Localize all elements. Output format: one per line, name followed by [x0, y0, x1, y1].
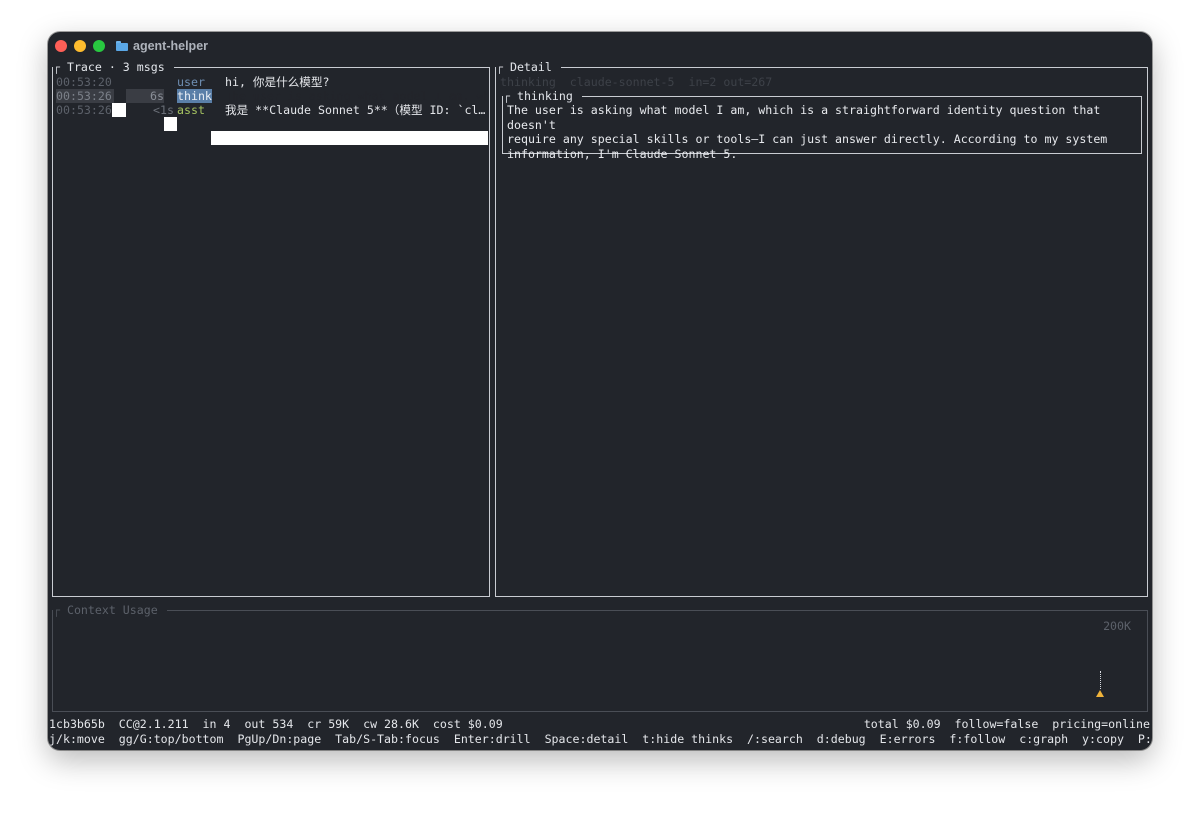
thinking-title: ┌ thinking	[503, 89, 582, 104]
keybindings-help: j/k:move gg/G:top/bottom PgUp/Dn:page Ta…	[49, 732, 1151, 746]
context-title-text: Context Usage	[66, 603, 158, 617]
context-max-label: 200K	[1103, 619, 1131, 633]
minimize-window-button[interactable]	[74, 40, 86, 52]
selection-highlight	[164, 117, 177, 131]
window-title-text: agent-helper	[133, 39, 209, 53]
trace-row-text: The user is asking what model I am, wh…	[225, 89, 487, 103]
detail-meta: thinking claude-sonnet-5 in=2 out=267	[500, 75, 773, 89]
status-session-info: 1cb3b65b CC@2.1.211 in 4 out 534 cr 59K …	[49, 717, 503, 731]
trace-row[interactable]: 00:53:26 <1s asst 我是 **Claude Sonnet 5**…	[56, 103, 488, 117]
detail-panel[interactable]: ┌ Detail thinking claude-sonnet-5 in=2 o…	[495, 60, 1148, 597]
thinking-title-text: thinking	[516, 89, 573, 103]
trace-row-role: user	[177, 75, 205, 89]
trace-row-role: think	[177, 89, 212, 103]
trace-row-text: 我是 **Claude Sonnet 5**（模型 ID: `cl…	[225, 103, 486, 117]
detail-panel-title: ┌ Detail	[496, 60, 561, 75]
context-usage-panel: ┌ Context Usage 200K	[52, 603, 1148, 712]
trace-title-text: Trace · 3 msgs	[66, 60, 165, 74]
window-title: agent-helper	[116, 38, 208, 54]
trace-panel[interactable]: ┌ Trace · 3 msgs 00:53:20 user hi, 你是什么模…	[52, 60, 490, 597]
selection-highlight	[211, 131, 488, 145]
keybindings-text: j/k:move gg/G:top/bottom PgUp/Dn:page Ta…	[49, 732, 1151, 746]
context-usage-title: ┌ Context Usage	[53, 603, 167, 618]
thinking-text: The user is asking what model I am, whic…	[507, 103, 1108, 161]
context-arrow-icon	[1096, 690, 1104, 697]
close-window-button[interactable]	[55, 40, 67, 52]
thinking-block: ┌ thinking The user is asking what model…	[502, 89, 1142, 161]
trace-row-time: 00:53:26	[56, 89, 114, 103]
terminal-window: agent-helper ┌ Trace · 3 msgs 00:53:20 u…	[48, 32, 1152, 750]
maximize-window-button[interactable]	[93, 40, 105, 52]
title-bar: agent-helper	[48, 32, 1152, 60]
trace-row-time: 00:53:26	[56, 103, 112, 117]
trace-panel-title: ┌ Trace · 3 msgs	[53, 60, 174, 75]
trace-row[interactable]: 00:53:20 user hi, 你是什么模型?	[56, 75, 488, 89]
folder-icon	[116, 41, 128, 51]
context-usage-marker	[1100, 671, 1101, 689]
status-bar: 1cb3b65b CC@2.1.211 in 4 out 534 cr 59K …	[49, 717, 1151, 731]
detail-title-text: Detail	[509, 60, 552, 74]
trace-row-text: hi, 你是什么模型?	[225, 75, 330, 89]
trace-row-duration: 6s	[126, 89, 164, 103]
trace-row-time: 00:53:20	[56, 75, 112, 89]
trace-row-duration	[118, 75, 174, 89]
status-totals: total $0.09 follow=false pricing=online	[863, 717, 1150, 731]
trace-row-selected[interactable]: 00:53:26 6s think The user is asking wha…	[56, 89, 488, 145]
trace-row-role: asst	[177, 103, 205, 117]
trace-row-duration: <1s	[153, 103, 174, 117]
